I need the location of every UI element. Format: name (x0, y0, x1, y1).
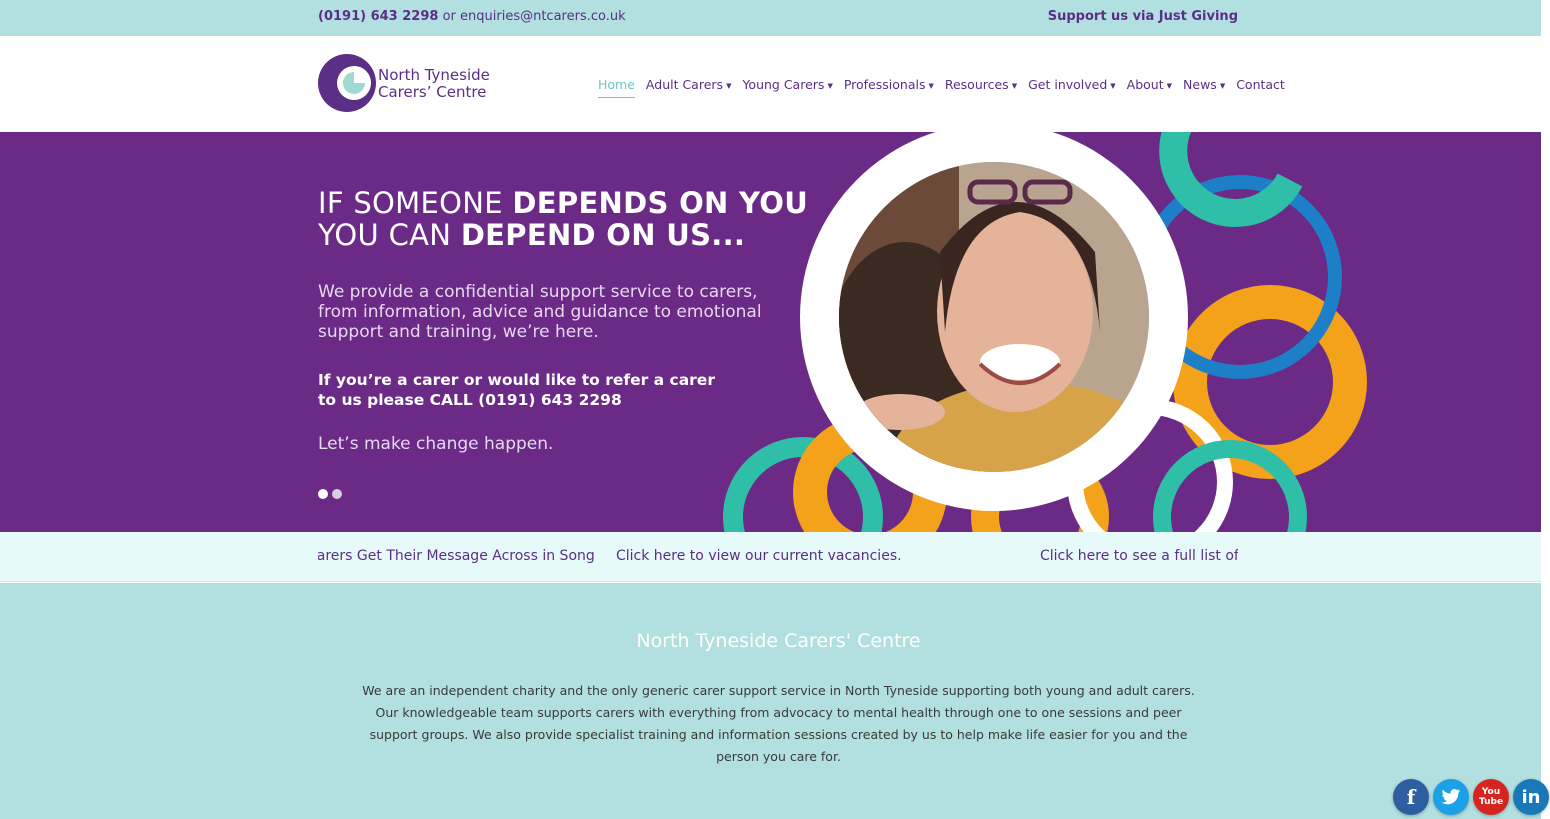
chevron-down-icon: ▼ (1110, 81, 1116, 90)
youtube-label-line-2: Tube (1478, 797, 1504, 807)
linkedin-icon[interactable]: in (1513, 779, 1549, 815)
nav-home-label: Home (598, 77, 635, 92)
youtube-label: You Tube (1479, 787, 1503, 807)
youtube-label-line-1: You (1481, 787, 1501, 797)
headline-line-2-bold: DEPEND ON US... (460, 218, 746, 252)
ticker-item-song[interactable]: Carers Get Their Message Across in Song (318, 548, 595, 564)
nav-about[interactable]: About ▼ (1127, 77, 1172, 92)
main-nav: Home Adult Carers ▼ Young Carers ▼ Profess… (598, 77, 1296, 98)
site-logo[interactable]: North Tyneside Carers’ Centre (318, 54, 493, 114)
logo-text: North Tyneside Carers’ Centre (378, 67, 490, 101)
ticker-viewport: Carers Get Their Message Across in Song … (318, 532, 1238, 582)
chevron-down-icon: ▼ (1219, 81, 1226, 90)
logo-line-2: Carers’ Centre (378, 83, 487, 101)
contact-info: (0191) 643 2298 or enquiries@ntcarers.co… (318, 9, 626, 24)
headline-line-2-light: YOU CAN (318, 218, 461, 252)
youtube-icon[interactable]: You Tube (1473, 779, 1509, 815)
ticker-item-full-list[interactable]: Click here to see a full list of o (1040, 548, 1238, 564)
nav-professionals[interactable]: Professionals ▼ (844, 77, 934, 92)
slider-pagination (318, 489, 342, 499)
headline-line-2: YOU CAN DEPEND ON US... (318, 219, 808, 251)
about-section: North Tyneside Carers' Centre We are an … (0, 583, 1541, 819)
logo-mark-icon (318, 54, 376, 112)
cta-line-2: to us please CALL (0191) 643 2298 (318, 391, 622, 409)
about-body: We are an independent charity and the on… (362, 683, 1195, 764)
ticker-item-vacancies[interactable]: Click here to view our current vacancies… (616, 548, 902, 564)
nav-contact[interactable]: Contact (1236, 77, 1285, 92)
chevron-down-icon: ▼ (1166, 81, 1173, 90)
hero-intro: We provide a confidential support servic… (318, 282, 762, 342)
nav-home[interactable]: Home (598, 77, 635, 98)
hero-call-to-action: If you’re a carer or would like to refer… (318, 370, 738, 410)
contact-separator: or (442, 9, 456, 24)
headline-line-1-light: IF SOMEONE (318, 186, 513, 220)
slider-dot-1[interactable] (318, 489, 328, 499)
chevron-down-icon: ▼ (928, 81, 934, 90)
phone-link[interactable]: (0191) 643 2298 (318, 9, 438, 24)
nav-get-involved[interactable]: Get involved ▼ (1028, 77, 1116, 92)
hero-tagline: Let’s make change happen. (318, 434, 554, 454)
about-title: North Tyneside Carers' Centre (636, 630, 921, 652)
facebook-icon[interactable]: f (1393, 779, 1429, 815)
support-just-giving-link[interactable]: Support us via Just Giving (1048, 9, 1238, 24)
nav-get-involved-label: Get involved (1028, 77, 1108, 92)
social-links: f You Tube in (1393, 779, 1549, 815)
nav-professionals-label: Professionals (843, 77, 926, 92)
nav-news-label: News (1183, 77, 1217, 92)
top-bar: (0191) 643 2298 or enquiries@ntcarers.co… (0, 0, 1541, 36)
headline-line-1: IF SOMEONE DEPENDS ON YOU (318, 187, 808, 219)
nav-resources[interactable]: Resources ▼ (945, 77, 1017, 92)
nav-about-label: About (1126, 77, 1164, 92)
news-ticker: Carers Get Their Message Across in Song … (0, 532, 1541, 582)
nav-contact-label: Contact (1236, 77, 1285, 92)
nav-news[interactable]: News ▼ (1183, 77, 1225, 92)
twitter-bird-icon (1441, 789, 1461, 805)
nav-adult-carers-label: Adult Carers (645, 77, 724, 92)
chevron-down-icon: ▼ (827, 81, 833, 90)
cta-line-1: If you’re a carer or would like to refer… (318, 371, 715, 389)
email-link[interactable]: enquiries@ntcarers.co.uk (460, 9, 626, 24)
site-header: North Tyneside Carers’ Centre Home Adult… (0, 36, 1541, 132)
logo-line-1: North Tyneside (378, 66, 490, 84)
chevron-down-icon: ▼ (1011, 81, 1018, 90)
nav-young-carers-label: Young Carers (742, 77, 825, 92)
slider-dot-2[interactable] (332, 489, 342, 499)
hero-slider: IF SOMEONE DEPENDS ON YOU YOU CAN DEPEND… (0, 132, 1541, 532)
nav-young-carers[interactable]: Young Carers ▼ (742, 77, 832, 92)
nav-resources-label: Resources (944, 77, 1009, 92)
headline-line-1-bold: DEPENDS ON YOU (512, 186, 809, 220)
chevron-down-icon: ▼ (726, 81, 732, 90)
hero-headline: IF SOMEONE DEPENDS ON YOU YOU CAN DEPEND… (318, 187, 808, 251)
nav-adult-carers[interactable]: Adult Carers ▼ (646, 77, 732, 92)
twitter-icon[interactable] (1433, 779, 1469, 815)
